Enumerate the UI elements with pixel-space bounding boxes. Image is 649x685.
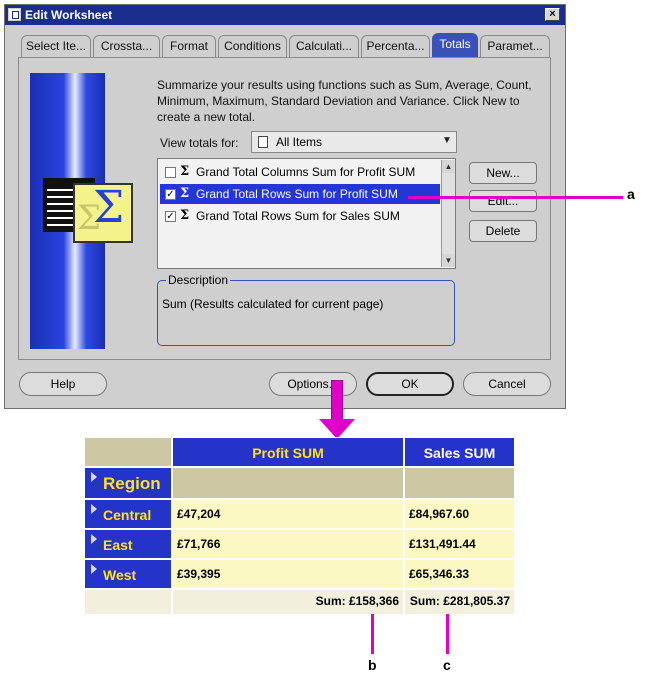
delete-button[interactable]: Delete <box>469 220 537 242</box>
description-group: Description Sum (Results calculated for … <box>157 273 455 346</box>
callout-label-b: b <box>368 657 377 673</box>
scroll-down-icon[interactable]: ▼ <box>442 254 455 267</box>
title-bar: Edit Worksheet × <box>5 5 565 25</box>
options-button[interactable]: Options... <box>269 372 357 396</box>
blank-cell <box>172 467 404 499</box>
profit-cell: £39,395 <box>172 559 404 589</box>
edit-button[interactable]: Edit... <box>469 190 537 212</box>
sales-sum-cell: Sum: £281,805.37 <box>404 589 515 615</box>
expand-icon <box>91 504 97 514</box>
tab-format[interactable]: Format <box>162 35 216 57</box>
arrow-down-icon <box>331 380 343 420</box>
tab-calculations[interactable]: Calculati... <box>289 35 359 57</box>
ok-button[interactable]: OK <box>366 372 454 396</box>
new-button[interactable]: New... <box>469 162 537 184</box>
view-totals-select[interactable]: All Items ▼ <box>251 131 457 153</box>
worksheet-icon <box>8 8 21 21</box>
callout-label-a: a <box>627 186 635 202</box>
tab-percentages[interactable]: Percenta... <box>361 35 430 57</box>
tab-select-items[interactable]: Select Ite... <box>21 35 91 57</box>
description-title: Description <box>166 273 231 287</box>
expand-icon <box>91 534 97 544</box>
column-header-profit[interactable]: Profit SUM <box>172 437 404 467</box>
sales-cell: £84,967.60 <box>404 499 515 529</box>
callout-line-a <box>408 196 623 199</box>
tab-parameters[interactable]: Paramet... <box>480 35 550 57</box>
tab-crosstab[interactable]: Crossta... <box>93 35 160 57</box>
callout-line-b <box>371 614 374 654</box>
chevron-down-icon: ▼ <box>442 135 452 146</box>
row-header-west[interactable]: West <box>84 559 172 589</box>
crosstab-table: Profit SUM Sales SUM Region Central £47,… <box>84 437 515 617</box>
total-checkbox[interactable]: ✓ <box>165 211 176 222</box>
tab-totals[interactable]: Totals <box>432 33 478 57</box>
profit-cell: £47,204 <box>172 499 404 529</box>
sales-cell: £65,346.33 <box>404 559 515 589</box>
totals-list: Σ Grand Total Columns Sum for Profit SUM… <box>157 158 456 269</box>
sum-label-cell <box>84 589 172 615</box>
expand-icon <box>91 472 97 482</box>
totals-instructions: Summarize your results using functions s… <box>157 78 532 124</box>
sigma-icon: Σ <box>180 186 190 201</box>
cancel-button[interactable]: Cancel <box>463 372 551 396</box>
row-header-central[interactable]: Central <box>84 499 172 529</box>
list-item[interactable]: ✓ Σ Grand Total Rows Sum for Sales SUM <box>160 206 440 226</box>
sigma-icon: Σ <box>180 208 190 223</box>
callout-label-c: c <box>443 657 451 673</box>
profit-cell: £71,766 <box>172 529 404 559</box>
corner-cell <box>84 437 172 467</box>
row-header-east[interactable]: East <box>84 529 172 559</box>
expand-icon <box>91 564 97 574</box>
arrow-head-icon <box>319 419 355 439</box>
callout-line-c <box>446 614 449 654</box>
profit-sum-cell: Sum: £158,366 <box>172 589 404 615</box>
column-header-sales[interactable]: Sales SUM <box>404 437 515 467</box>
view-totals-label: View totals for: <box>160 136 239 150</box>
description-text: Sum (Results calculated for current page… <box>162 297 384 311</box>
row-axis-header[interactable]: Region <box>84 467 172 499</box>
sigma-icon: Σ <box>180 164 190 179</box>
document-icon <box>258 136 268 148</box>
help-button[interactable]: Help <box>19 372 107 396</box>
blank-cell <box>404 467 515 499</box>
total-checkbox[interactable]: ✓ <box>165 189 176 200</box>
list-item[interactable]: Σ Grand Total Columns Sum for Profit SUM <box>160 162 440 182</box>
sales-cell: £131,491.44 <box>404 529 515 559</box>
tab-conditions[interactable]: Conditions <box>218 35 287 57</box>
view-totals-value: All Items <box>276 135 323 149</box>
total-checkbox[interactable] <box>165 167 176 178</box>
close-button[interactable]: × <box>545 8 560 21</box>
list-scrollbar[interactable]: ▲ ▼ <box>441 160 455 267</box>
scroll-up-icon[interactable]: ▲ <box>442 160 455 173</box>
list-item-selected[interactable]: ✓ Σ Grand Total Rows Sum for Profit SUM <box>160 184 440 204</box>
sigma-illustration-icon: Σ Σ <box>43 178 135 245</box>
window-title: Edit Worksheet <box>25 8 113 22</box>
